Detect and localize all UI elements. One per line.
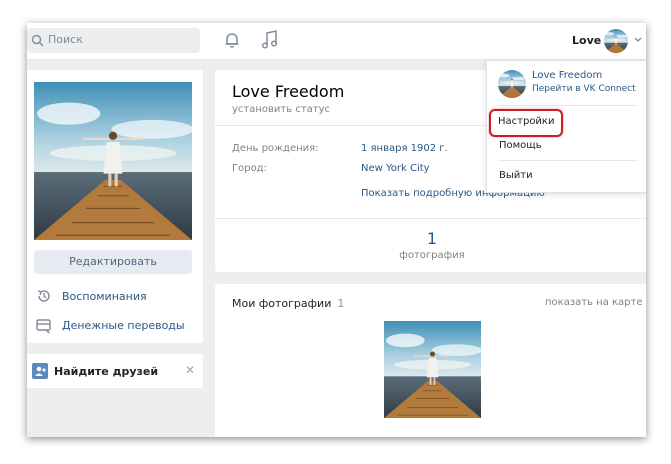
top-bar: Поиск Love xyxy=(27,23,646,60)
find-friends-card[interactable]: Найдите друзей ✕ xyxy=(27,354,203,388)
money-transfer-icon xyxy=(36,319,51,333)
dropdown-user-name[interactable]: Love Freedom xyxy=(532,70,602,81)
photo-thumbnail[interactable] xyxy=(384,321,481,418)
profile-photo[interactable] xyxy=(34,82,192,240)
profile-photo-card: Редактировать Воспоминания Денежные пере… xyxy=(27,70,203,343)
add-friend-icon xyxy=(32,363,48,379)
menu-label: Денежные переводы xyxy=(62,319,185,332)
settings-menu-item[interactable]: Настройки xyxy=(489,109,563,137)
memories-icon xyxy=(37,290,50,302)
vk-window: Поиск Love Редактировать Воспоминания Де… xyxy=(27,23,646,437)
bell-icon[interactable] xyxy=(223,31,241,49)
photo-count[interactable]: 1 xyxy=(215,229,646,248)
profile-name: Love Freedom xyxy=(232,82,345,101)
help-menu-item[interactable]: Помощь xyxy=(499,140,542,151)
user-dropdown-menu: Love Freedom Перейти в VK Connect Настро… xyxy=(486,60,646,193)
my-photos-count: 1 xyxy=(337,297,345,310)
edit-profile-button[interactable]: Редактировать xyxy=(34,250,192,274)
birthday-value[interactable]: 1 января 1902 г. xyxy=(361,143,448,154)
photo-count-label[interactable]: фотография xyxy=(215,250,646,261)
city-value[interactable]: New York City xyxy=(361,163,430,174)
city-label: Город: xyxy=(232,163,267,174)
divider xyxy=(215,218,646,219)
search-placeholder: Поиск xyxy=(48,33,83,46)
my-photos-label: Мои фотографии xyxy=(232,297,332,310)
search-icon xyxy=(31,34,44,47)
menu-label: Воспоминания xyxy=(62,290,147,303)
divider xyxy=(498,160,638,161)
music-note-icon[interactable] xyxy=(261,30,279,50)
search-input[interactable]: Поиск xyxy=(27,28,200,53)
my-photos-title[interactable]: Мои фотографии 1 xyxy=(232,297,344,310)
show-on-map-link[interactable]: показать на карте xyxy=(545,297,643,308)
header-avatar[interactable] xyxy=(604,29,628,53)
dropdown-avatar[interactable] xyxy=(498,70,526,98)
settings-label: Настройки xyxy=(498,116,555,127)
divider xyxy=(498,105,638,106)
header-user-name[interactable]: Love xyxy=(572,34,601,47)
find-friends-label: Найдите друзей xyxy=(54,365,159,378)
set-status-link[interactable]: установить статус xyxy=(232,104,330,115)
chevron-down-icon[interactable] xyxy=(634,37,642,43)
my-photos-card: Мои фотографии 1 показать на карте xyxy=(215,284,646,437)
logout-menu-item[interactable]: Выйти xyxy=(499,170,533,181)
close-icon[interactable]: ✕ xyxy=(185,363,195,377)
vk-connect-link[interactable]: Перейти в VK Connect xyxy=(532,84,636,94)
birthday-label: День рождения: xyxy=(232,143,319,154)
